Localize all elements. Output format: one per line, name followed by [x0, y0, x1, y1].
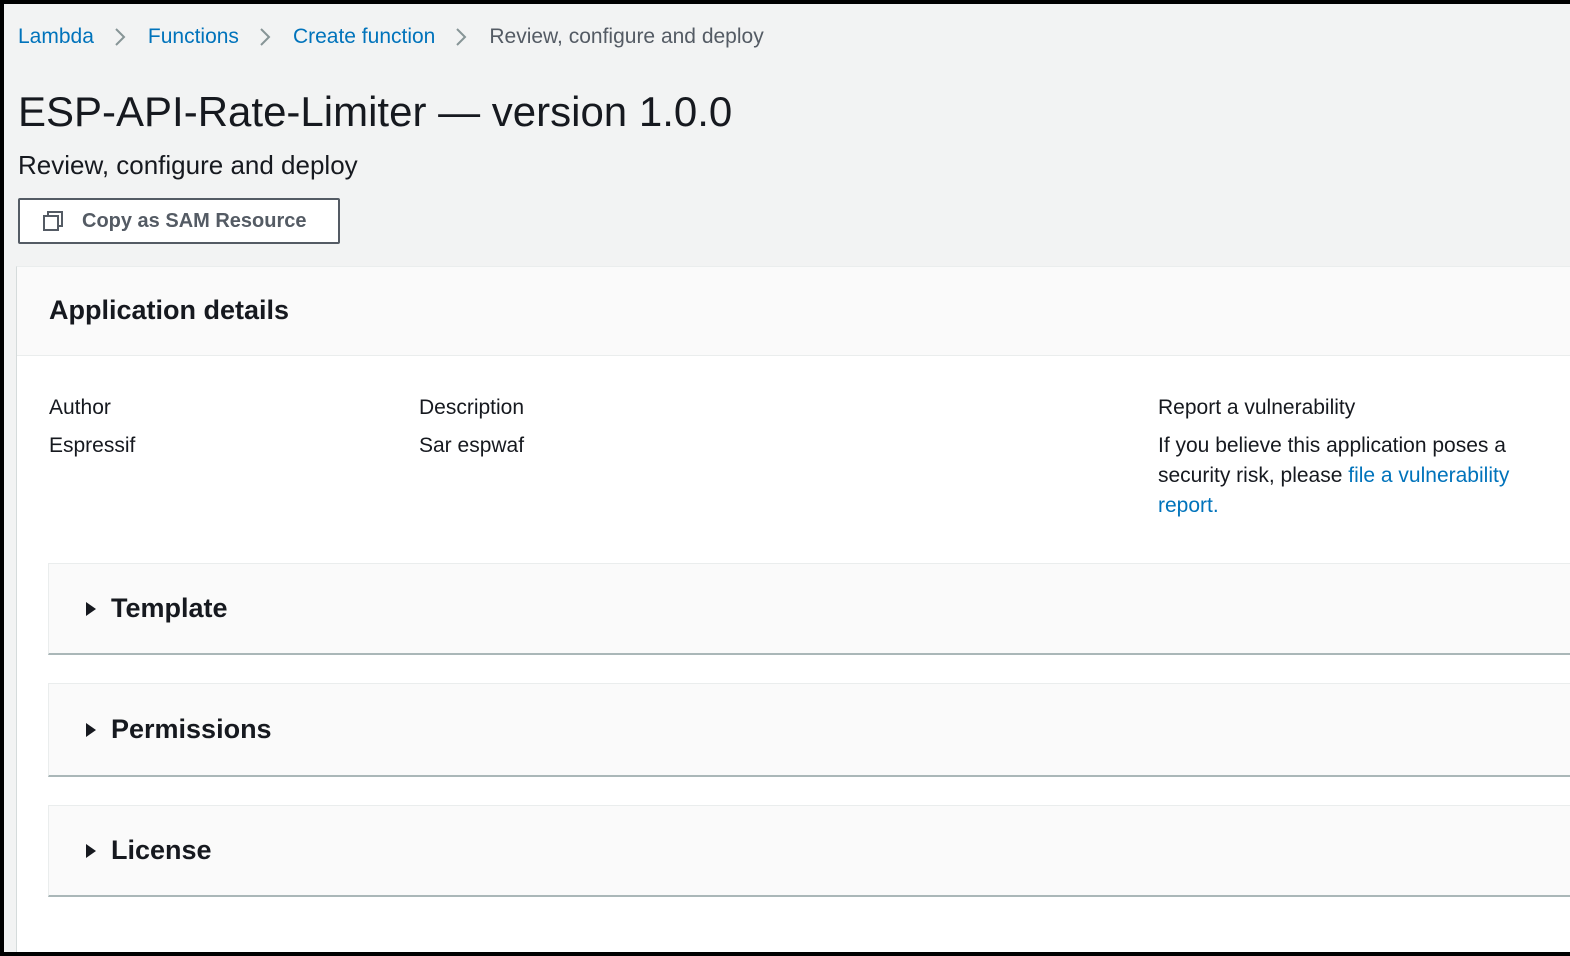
- page-subtitle: Review, configure and deploy: [18, 150, 358, 180]
- license-label: License: [111, 835, 212, 865]
- template-label: Template: [111, 593, 228, 623]
- description-column: Description Sar espwaf: [419, 393, 524, 461]
- chevron-right-icon: [114, 28, 126, 46]
- chevron-right-icon: [259, 28, 271, 46]
- breadcrumb: Lambda Functions Create function Review,…: [18, 23, 764, 51]
- caret-right-icon: [85, 843, 97, 859]
- breadcrumb-lambda[interactable]: Lambda: [18, 25, 94, 49]
- report-vulnerability-column: Report a vulnerability If you believe th…: [1158, 393, 1548, 521]
- description-label: Description: [419, 396, 525, 419]
- report-vulnerability-label: Report a vulnerability: [1158, 396, 1356, 419]
- report-vulnerability-text: If you believe this application poses a …: [1158, 431, 1548, 521]
- copy-as-sam-resource-button[interactable]: Copy as SAM Resource: [18, 198, 340, 244]
- page-title: ESP-API-Rate-Limiter — version 1.0.0: [18, 88, 733, 135]
- author-label: Author: [49, 396, 111, 419]
- description-value: Sar espwaf: [419, 434, 525, 457]
- copy-button-label: Copy as SAM Resource: [82, 209, 307, 232]
- caret-right-icon: [85, 601, 97, 617]
- permissions-expander[interactable]: Permissions: [48, 683, 1570, 777]
- application-details-panel: Application details Author Espressif Des…: [16, 266, 1570, 952]
- breadcrumb-functions[interactable]: Functions: [148, 25, 239, 49]
- permissions-label: Permissions: [111, 714, 272, 744]
- copy-icon: [42, 210, 64, 232]
- chevron-right-icon: [455, 28, 467, 46]
- license-expander[interactable]: License: [48, 805, 1570, 897]
- caret-right-icon: [85, 722, 97, 738]
- template-expander[interactable]: Template: [48, 563, 1570, 655]
- breadcrumb-current: Review, configure and deploy: [489, 25, 764, 48]
- author-column: Author Espressif: [49, 393, 135, 461]
- author-value: Espressif: [49, 434, 136, 457]
- breadcrumb-create-function[interactable]: Create function: [293, 25, 435, 49]
- panel-title: Application details: [49, 295, 290, 325]
- app-window: Lambda Functions Create function Review,…: [0, 0, 1570, 956]
- panel-header: Application details: [17, 267, 1570, 356]
